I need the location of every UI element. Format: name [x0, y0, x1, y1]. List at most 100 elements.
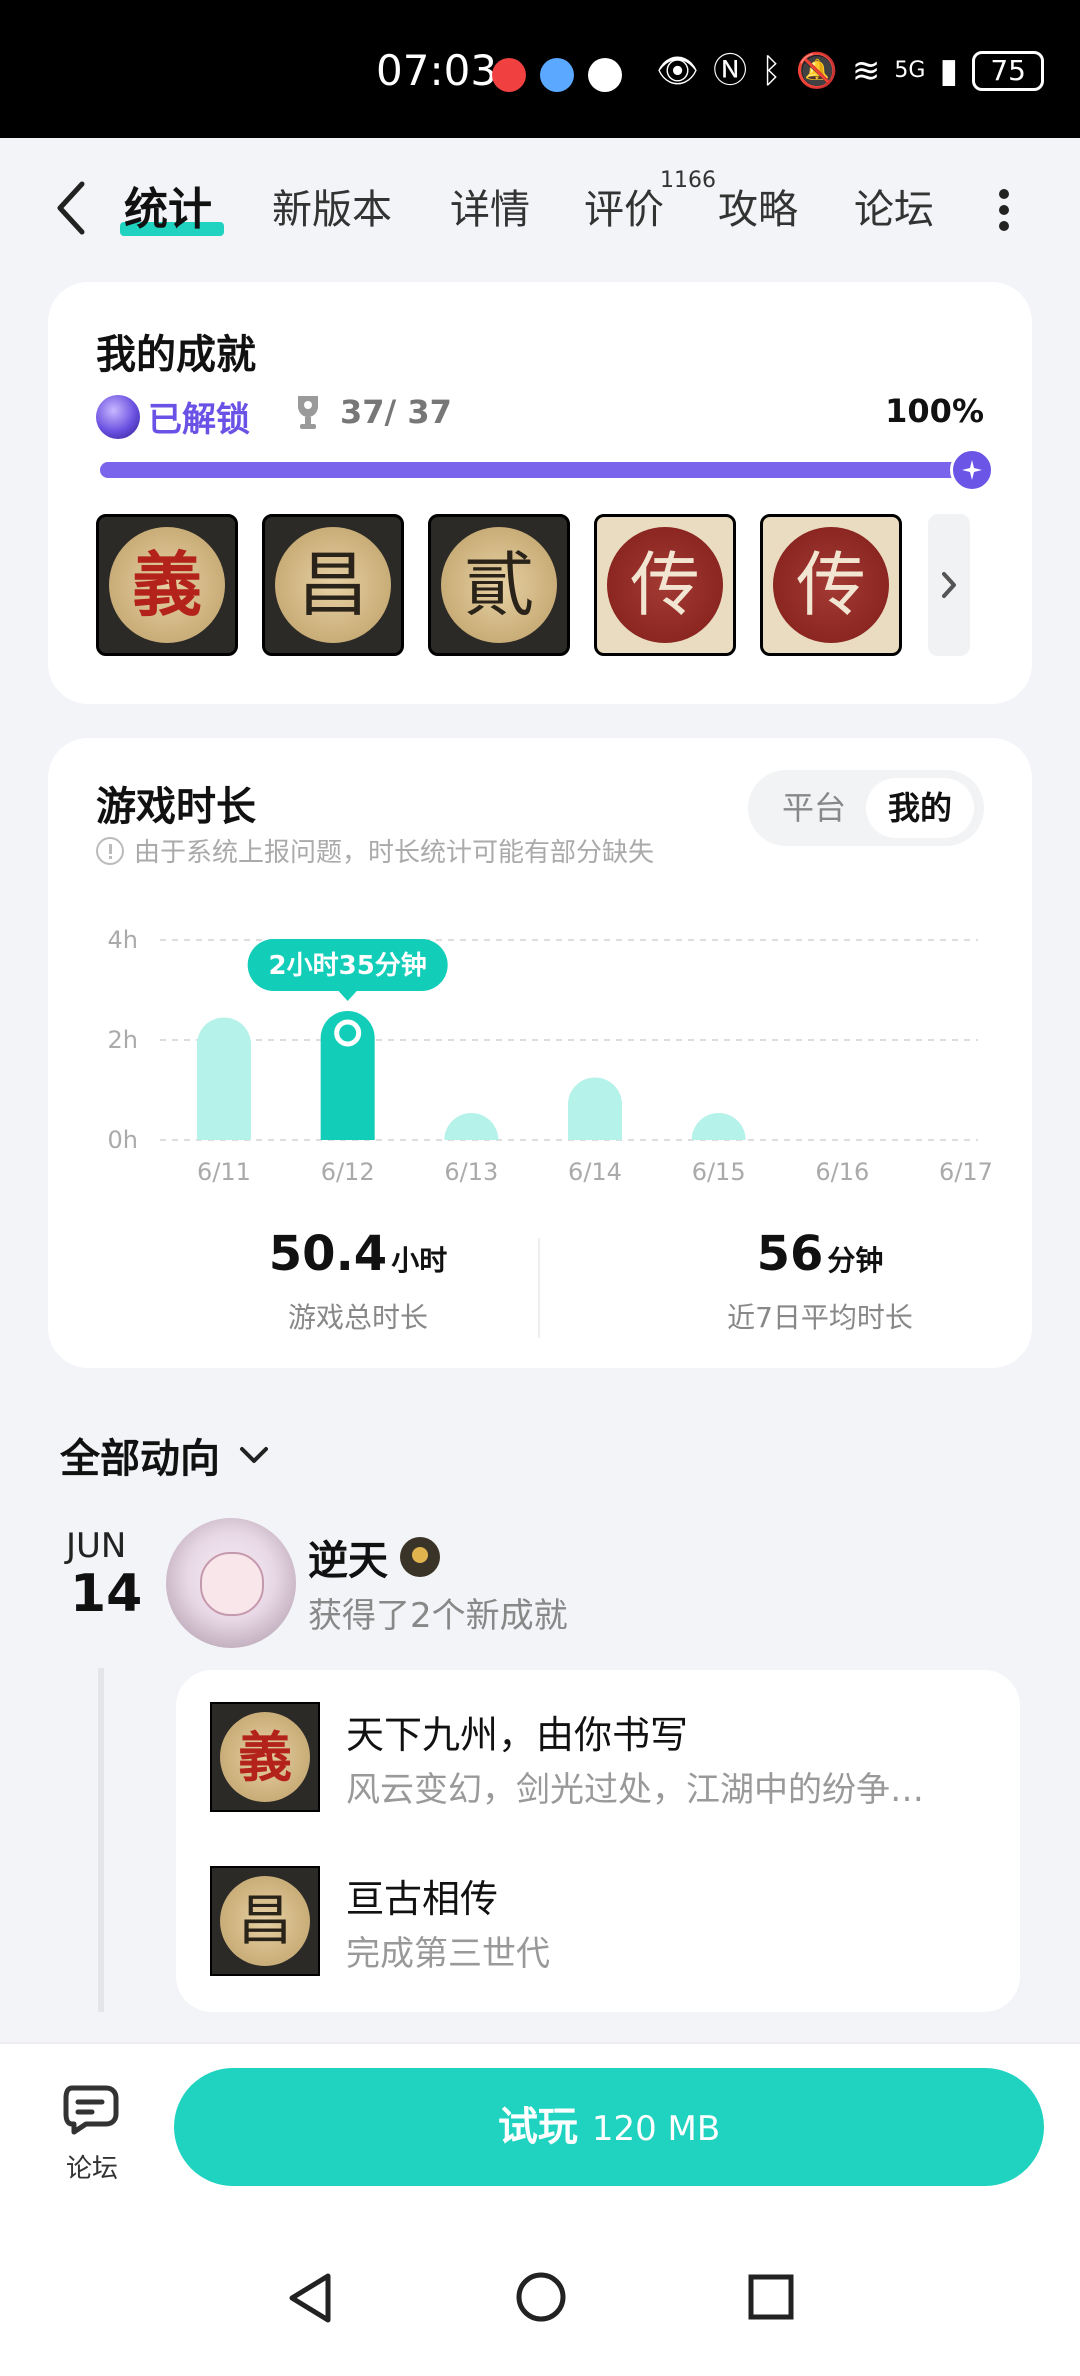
feed-date-month: JUN — [66, 1526, 127, 1566]
forum-button[interactable]: 论坛 — [50, 2082, 134, 2185]
feed-date-day: 14 — [70, 1564, 143, 1624]
timeline-line — [98, 1668, 104, 2012]
x-tick-label: 6/11 — [197, 1158, 251, 1186]
x-tick-label: 6/15 — [692, 1158, 746, 1186]
tab-reviews[interactable]: 评价 — [584, 184, 664, 236]
feed-item-title: 亘古相传 — [346, 1877, 499, 1921]
stat-divider — [538, 1238, 540, 1338]
average-playtime-label: 近7日平均时长 — [727, 1301, 913, 1334]
cctv-icon — [588, 58, 622, 92]
nav-back-icon[interactable] — [284, 2270, 336, 2326]
unlocked-gem-icon — [96, 394, 140, 439]
achievements-card[interactable]: 我的成就 已解锁 37/ 37 100% 義 昌 貳 传 传 — [48, 282, 1032, 704]
total-playtime-unit: 小时 — [391, 1244, 448, 1277]
x-tick-label: 6/16 — [815, 1158, 869, 1186]
top-nav: 统计 新版本 详情 评价 1166 攻略 论坛 — [0, 138, 1080, 278]
badges-more-button[interactable] — [928, 514, 970, 656]
chevron-down-icon — [240, 1447, 268, 1463]
total-playtime-label: 游戏总时长 — [287, 1301, 428, 1334]
chart-bar[interactable] — [197, 1017, 251, 1141]
toggle-platform[interactable]: 平台 — [760, 778, 868, 838]
chart-bar[interactable] — [568, 1077, 622, 1141]
nav-home-icon[interactable] — [514, 2270, 568, 2324]
achievement-thumb-icon: 義 — [210, 1702, 320, 1812]
bluetooth-icon: ᛒ — [761, 51, 782, 91]
chat-bubble-icon — [63, 2085, 119, 2135]
chart-bar[interactable] — [444, 1113, 499, 1140]
feed-filter[interactable]: 全部动向 — [60, 1426, 270, 1484]
chart-bar[interactable] — [320, 1011, 375, 1140]
achievement-badge[interactable]: 義 — [96, 514, 238, 656]
total-playtime-stat: 50.4 小时 游戏总时长 — [208, 1226, 508, 1336]
forum-label: 论坛 — [65, 2154, 118, 2184]
tab-new-version[interactable]: 新版本 — [272, 184, 392, 236]
user-name: 逆天 — [308, 1538, 388, 1584]
tab-details[interactable]: 详情 — [450, 184, 530, 236]
chart-tooltip-text: 2小时35分钟 — [269, 950, 427, 981]
average-playtime-value: 56 — [756, 1226, 824, 1282]
achievement-badge-glyph: 传 — [630, 544, 700, 626]
tab-forum[interactable]: 论坛 — [854, 184, 934, 236]
achievement-badge[interactable]: 貳 — [428, 514, 570, 656]
nav-recents-icon[interactable] — [746, 2272, 796, 2322]
feed-achievement-item[interactable]: 義 天下九州，由你书写 风云变幻，剑光过处，江湖中的纷争… — [210, 1702, 1000, 1812]
chart-tooltip-arrow — [337, 990, 358, 1001]
y-tick-label: 2h — [108, 1026, 138, 1054]
achievement-badges: 義昌貳传传 — [96, 514, 902, 656]
review-count-badge: 1166 — [660, 168, 716, 193]
signal-icon: ▮ — [939, 51, 959, 91]
achievement-badge-glyph: 義 — [132, 543, 202, 626]
network-type: 5G — [894, 58, 926, 83]
trophy-icon — [298, 396, 318, 429]
playtime-notice: 由于系统上报问题，时长统计可能有部分缺失 — [134, 838, 655, 868]
nfc-icon: Ⓝ — [713, 51, 748, 91]
tab-stats[interactable]: 统计 — [124, 184, 212, 236]
achievement-badge-glyph: 昌 — [298, 544, 368, 626]
app-red-icon — [492, 58, 526, 92]
x-tick-label: 6/17 — [939, 1158, 993, 1186]
battery-icon: 75 — [972, 51, 1045, 91]
app-blue-icon — [540, 58, 574, 92]
progress-star-icon — [950, 448, 994, 492]
wifi-icon: ≋ — [851, 51, 881, 91]
y-tick-label: 0h — [108, 1126, 138, 1154]
tab-guides[interactable]: 攻略 — [718, 184, 798, 236]
trial-play-size: 120 MB — [591, 2109, 721, 2149]
user-avatar[interactable] — [166, 1518, 296, 1648]
achievement-thumb-icon: 昌 — [210, 1866, 320, 1976]
achievement-progress-bar — [100, 448, 994, 492]
more-options-icon[interactable] — [996, 186, 1012, 234]
info-icon — [96, 836, 124, 865]
playtime-toggle: 平台 我的 — [748, 770, 984, 846]
playtime-chart: 0h 2h 4h 6/11 2小时35分钟 6/12 6/13 6/14 6/15 6/16 6/1… — [108, 926, 993, 1186]
status-time: 07:03 — [376, 46, 498, 95]
unlocked-label: 已解锁 — [148, 400, 250, 440]
feed-achievement-item[interactable]: 昌 亘古相传 完成第三世代 — [210, 1866, 1000, 1976]
playtime-card: 游戏时长 平台 我的 由于系统上报问题，时长统计可能有部分缺失 0h 2h 4h 6/… — [48, 738, 1032, 1368]
playtime-title: 游戏时长 — [96, 784, 256, 830]
x-tick-label: 6/13 — [444, 1158, 498, 1186]
back-arrow-icon[interactable] — [48, 178, 98, 238]
achievement-badge-glyph: 传 — [796, 544, 866, 626]
chevron-right-icon — [942, 572, 956, 598]
achievement-badge[interactable]: 传 — [760, 514, 902, 656]
toggle-mine[interactable]: 我的 — [866, 778, 974, 838]
bottom-action-bar: 论坛 试玩 120 MB — [0, 2042, 1080, 2224]
achievement-badge[interactable]: 传 — [594, 514, 736, 656]
mute-icon: 🔕 — [795, 51, 838, 91]
system-nav-bar — [0, 2224, 1080, 2376]
achievement-count: 37/ 37 — [340, 393, 452, 431]
feed-title: 全部动向 — [60, 1436, 220, 1482]
x-tick-label: 6/12 — [321, 1158, 375, 1186]
achievements-title: 我的成就 — [96, 332, 256, 378]
user-name-row[interactable]: 逆天 — [308, 1528, 440, 1586]
trial-play-button[interactable]: 试玩 120 MB — [174, 2068, 1044, 2186]
chart-bar[interactable] — [691, 1113, 746, 1140]
achievement-progress-fill — [100, 462, 980, 478]
total-playtime-value: 50.4 — [268, 1226, 388, 1282]
achievement-badge[interactable]: 昌 — [262, 514, 404, 656]
user-level-badge-icon — [400, 1537, 440, 1577]
trial-play-label: 试玩 — [497, 2104, 578, 2150]
eye-icon: 👁 — [656, 51, 700, 91]
x-tick-label: 6/14 — [568, 1158, 622, 1186]
